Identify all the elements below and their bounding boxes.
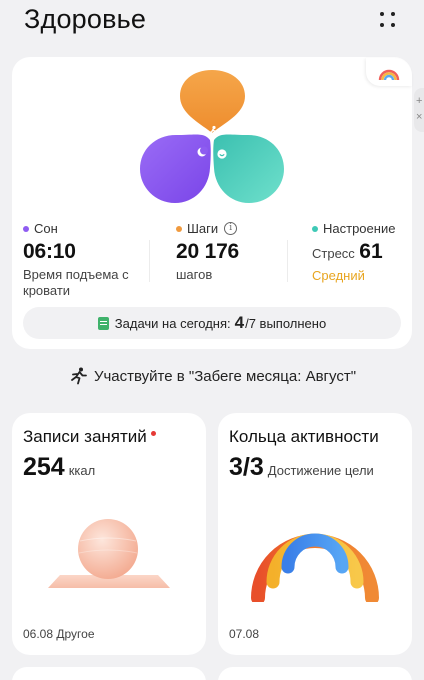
activity-title: Записи занятий <box>23 427 156 447</box>
activity-calories: 254 ккал <box>23 453 96 481</box>
card-partial[interactable] <box>218 667 412 680</box>
activity-rings-card[interactable]: Кольца активности 3/3 Достижение цели 07.… <box>218 413 412 655</box>
info-icon[interactable]: i <box>224 222 238 235</box>
smile-icon <box>217 149 227 159</box>
challenge-text: Участвуйте в "Забеге месяца: Август" <box>93 367 357 385</box>
tasks-rest: /7 выполнено <box>245 315 327 331</box>
stress-row: Стресс 61 <box>312 240 407 264</box>
activity-records-card[interactable]: Записи занятий 254 ккал 06.08 Другое <box>12 413 206 655</box>
health-petals-graphic[interactable] <box>0 0 424 220</box>
rings-title: Кольца активности <box>229 427 379 446</box>
stress-level: Средний <box>312 268 365 283</box>
steps-value: 20 176 <box>176 240 240 263</box>
stress-value: 61 <box>359 240 383 263</box>
activity-rings-chart <box>251 533 379 602</box>
inner-ring <box>281 533 349 574</box>
mood-petal <box>213 134 284 203</box>
monthly-challenge-link[interactable]: Участвуйте в "Забеге месяца: Август" <box>0 365 424 387</box>
divider <box>287 240 288 282</box>
tasks-prefix: Задачи на сегодня: <box>114 315 231 331</box>
daily-tasks-bar[interactable]: Задачи на сегодня: 4 /7 выполнено <box>23 307 401 339</box>
runner-icon <box>71 367 87 385</box>
sleep-value: 06:10 <box>23 240 76 263</box>
mood-label: Настроение <box>312 221 407 236</box>
steps-label: Шаги i <box>176 221 286 236</box>
notification-dot <box>150 431 156 437</box>
mood-metric[interactable]: Настроение Стресс 61 Средний <box>312 221 407 283</box>
sleep-metric[interactable]: Сон 06:10 Время подъема с кровати <box>23 221 148 299</box>
tasks-done: 4 <box>234 313 245 332</box>
divider <box>149 240 150 282</box>
rings-footer: 07.08 <box>229 627 260 641</box>
tasks-doc-icon <box>97 316 109 330</box>
card-partial[interactable] <box>12 667 206 680</box>
steps-petal <box>180 70 245 133</box>
sleep-petal <box>140 134 211 203</box>
activity-footer: 06.08 Другое <box>23 627 95 641</box>
sleep-sub: Время подъема с кровати <box>23 267 129 298</box>
steps-metric[interactable]: Шаги i 20 176 шагов <box>176 221 286 283</box>
rings-progress: 3/3 Достижение цели <box>229 453 374 481</box>
steps-sub: шагов <box>176 267 213 282</box>
stress-label: Стресс <box>312 246 355 261</box>
sleep-label: Сон <box>23 221 148 236</box>
yoga-ball-illustration <box>48 519 170 588</box>
